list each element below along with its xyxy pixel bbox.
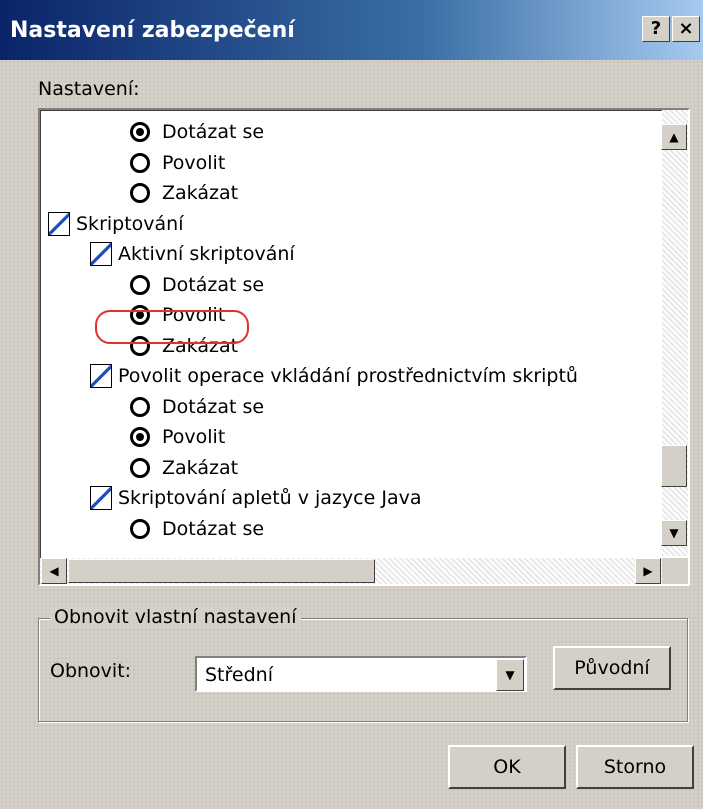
script-settings-icon: [90, 242, 112, 266]
tree-item-label: Dotázat se: [162, 121, 265, 143]
radio-unselected-icon[interactable]: [130, 518, 150, 539]
tree-item-label: Skriptování apletů v jazyce Java: [118, 487, 422, 509]
horizontal-scroll-thumb[interactable]: [68, 559, 375, 583]
vertical-scroll-thumb[interactable]: [661, 445, 687, 487]
radio-option[interactable]: Dotázat se: [130, 118, 264, 146]
tree-item-label: Skriptování: [76, 212, 184, 235]
radio-selected-icon[interactable]: [130, 122, 150, 142]
radio-option[interactable]: Povolit: [130, 423, 225, 451]
settings-tree[interactable]: Dotázat se Povolit Zakázat Skriptování Aktiv…: [38, 108, 690, 586]
highlight-annotation: [95, 310, 249, 344]
security-level-select[interactable]: Střední ▼: [195, 656, 527, 692]
scroll-right-icon[interactable]: ▶: [635, 558, 661, 584]
script-settings-icon: [90, 364, 112, 388]
tree-category[interactable]: Skriptování apletů v jazyce Java: [90, 484, 421, 512]
radio-option[interactable]: Povolit: [130, 149, 225, 177]
radio-option[interactable]: Dotázat se: [130, 393, 264, 421]
radio-selected-icon[interactable]: [130, 427, 150, 447]
script-settings-icon: [48, 211, 70, 236]
radio-option[interactable]: Zakázat: [130, 454, 238, 482]
scroll-left-icon[interactable]: ◀: [41, 558, 67, 584]
tree-item-label: Povolit: [162, 151, 226, 174]
restore-label: Obnovit:: [50, 660, 132, 682]
tree-category[interactable]: Aktivní skriptování: [90, 240, 295, 268]
security-level-value: Střední: [205, 664, 273, 686]
dialog-title: Nastavení zabezpečení: [10, 18, 295, 43]
tree-item-label: Dotázat se: [162, 517, 265, 540]
scroll-corner: [662, 558, 688, 584]
radio-option[interactable]: Dotázat se: [130, 271, 264, 299]
tree-item-label: Dotázat se: [162, 273, 265, 296]
tree-item-label: Dotázat se: [162, 395, 265, 418]
tree-item-label: Zakázat: [162, 182, 239, 204]
horizontal-scrollbar[interactable]: ◀ ▶: [40, 558, 662, 584]
tree-category[interactable]: Skriptování: [48, 210, 184, 238]
tree-item-label: Zakázat: [162, 456, 239, 479]
settings-label: Nastavení:: [38, 78, 140, 100]
title-bar: Nastavení zabezpečení ? ×: [0, 0, 703, 60]
help-button[interactable]: ?: [642, 16, 670, 42]
reset-button[interactable]: Původní: [553, 646, 671, 690]
tree-item-label: Povolit: [162, 426, 226, 448]
radio-unselected-icon[interactable]: [130, 152, 150, 173]
vertical-scrollbar[interactable]: ▲ ▼: [661, 110, 688, 556]
scroll-up-icon[interactable]: ▲: [661, 124, 687, 150]
dropdown-arrow-icon[interactable]: ▼: [496, 659, 524, 691]
cancel-button[interactable]: Storno: [576, 745, 694, 789]
script-settings-icon: [90, 486, 112, 510]
radio-unselected-icon[interactable]: [130, 274, 150, 295]
radio-option[interactable]: Zakázat: [130, 179, 238, 207]
radio-unselected-icon[interactable]: [130, 183, 150, 203]
radio-unselected-icon[interactable]: [130, 457, 150, 478]
reset-group-title: Obnovit vlastní nastavení: [50, 606, 301, 628]
ok-button[interactable]: OK: [448, 745, 566, 789]
tree-category[interactable]: Povolit operace vkládání prostřednictvím…: [90, 362, 578, 390]
close-button[interactable]: ×: [672, 16, 700, 42]
scroll-down-icon[interactable]: ▼: [661, 520, 687, 546]
radio-unselected-icon[interactable]: [130, 396, 150, 417]
radio-option[interactable]: Dotázat se: [130, 515, 264, 543]
tree-item-label: Povolit operace vkládání prostřednictvím…: [118, 365, 578, 387]
security-settings-dialog: Nastavení zabezpečení ? × Nastavení: Dot…: [0, 0, 703, 809]
tree-item-label: Aktivní skriptování: [118, 243, 295, 265]
